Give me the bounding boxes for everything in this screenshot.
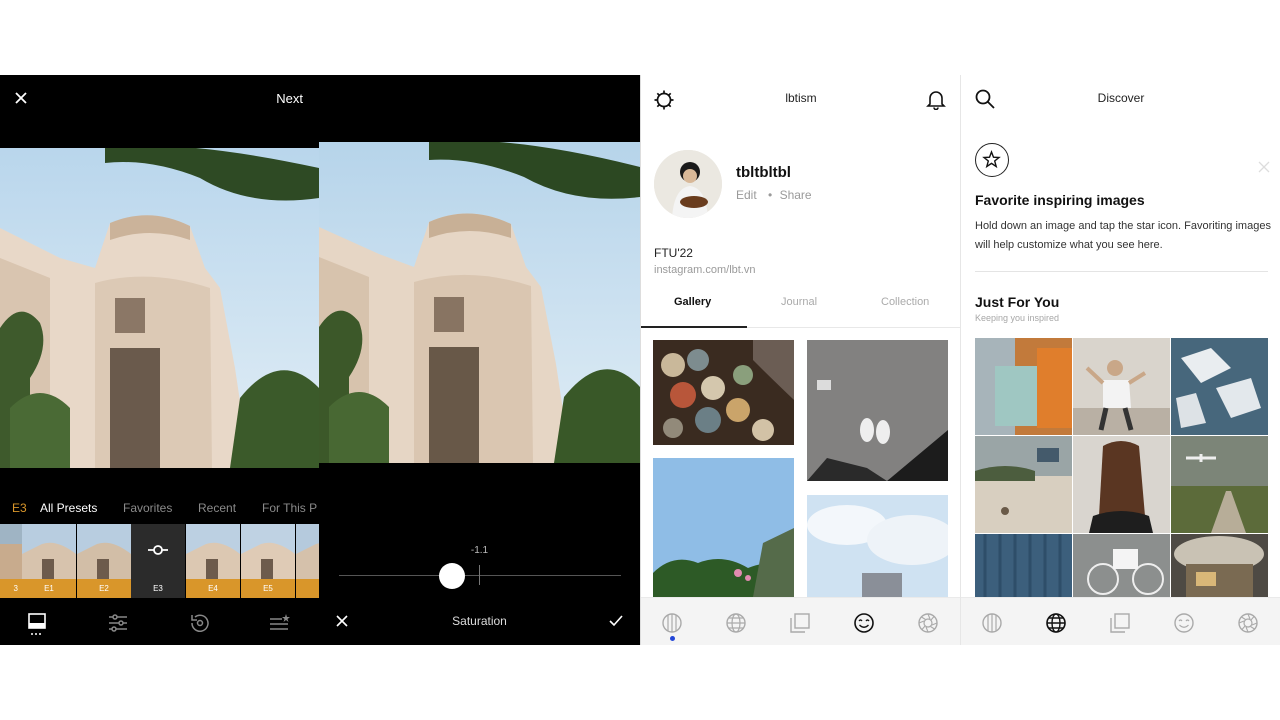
discover-image[interactable] xyxy=(1073,534,1170,597)
globe-icon[interactable] xyxy=(725,612,747,634)
adjust-sliders-icon[interactable] xyxy=(106,611,130,635)
share-profile-link[interactable]: Share xyxy=(780,188,812,202)
separator-dot: • xyxy=(768,188,773,202)
discover-image[interactable] xyxy=(1073,338,1170,435)
tab-gallery[interactable]: Gallery xyxy=(674,296,711,308)
tab-collection[interactable]: Collection xyxy=(881,296,929,308)
username: tbltbltbl xyxy=(736,164,791,181)
tip-card-description: Hold down an image and tap the star icon… xyxy=(975,220,1271,251)
recipes-icon[interactable] xyxy=(267,611,291,635)
profile-bio: FTU'22 xyxy=(654,246,693,260)
presets-icon[interactable] xyxy=(26,611,50,635)
vsco-icon[interactable] xyxy=(981,612,1003,634)
divider xyxy=(975,271,1268,272)
tab-journal[interactable]: Journal xyxy=(781,296,817,308)
discover-image[interactable] xyxy=(1171,436,1268,533)
vsco-icon[interactable] xyxy=(661,612,683,634)
discover-header-title: Discover xyxy=(1097,91,1145,105)
tip-card-title: Favorite inspiring images xyxy=(975,192,1145,208)
next-button[interactable]: Next xyxy=(276,91,303,106)
preset-thumb[interactable]: 3 xyxy=(0,524,22,598)
profile-actions: Edit • Share xyxy=(736,188,812,202)
globe-icon[interactable] xyxy=(1045,612,1067,634)
smiley-icon[interactable] xyxy=(1173,612,1195,634)
profile-website-link[interactable]: instagram.com/lbt.vn xyxy=(654,264,755,276)
bell-icon[interactable] xyxy=(925,88,947,110)
discover-image[interactable] xyxy=(1171,534,1268,597)
profile-panel: lbtism tbltbltbl Edit • Share FTU'22 ins… xyxy=(640,75,960,645)
close-icon[interactable] xyxy=(14,91,30,107)
preset-thumb-selected[interactable]: E3 xyxy=(131,524,185,598)
history-icon[interactable] xyxy=(187,611,211,635)
smiley-icon[interactable] xyxy=(853,612,875,634)
discover-panel: Discover Favorite inspiring images Hold … xyxy=(960,75,1280,645)
adjust-panel: -1.1 Saturation xyxy=(319,75,640,645)
editor-panel: Next E3 All Presets Favorites Recent For… xyxy=(0,75,319,645)
studio-icon[interactable] xyxy=(1109,612,1131,634)
edit-profile-link[interactable]: Edit xyxy=(736,188,757,202)
adjust-photo xyxy=(319,142,640,463)
avatar[interactable] xyxy=(654,150,722,218)
section-subtitle: Keeping you inspired xyxy=(975,313,1060,323)
tab-recent[interactable]: Recent xyxy=(198,501,236,515)
discover-image[interactable] xyxy=(975,534,1072,597)
tab-current-preset[interactable]: E3 xyxy=(12,501,27,515)
bottom-nav xyxy=(641,597,960,645)
camera-shutter-icon[interactable] xyxy=(1237,612,1259,634)
slider-value: -1.1 xyxy=(470,545,489,556)
tab-all-presets[interactable]: All Presets xyxy=(40,501,97,515)
dismiss-card-icon[interactable] xyxy=(1258,161,1270,173)
gallery-image[interactable] xyxy=(653,340,794,445)
active-nav-dot xyxy=(670,636,675,641)
tool-title: Saturation xyxy=(452,614,507,628)
gallery-image[interactable] xyxy=(807,340,948,481)
preset-thumb[interactable]: E5 xyxy=(241,524,295,598)
active-tab-indicator xyxy=(641,326,747,328)
tab-for-this-photo[interactable]: For This P xyxy=(262,501,317,515)
discover-image[interactable] xyxy=(1171,338,1268,435)
profile-header-title: lbtism xyxy=(785,91,817,105)
preset-tabs: E3 All Presets Favorites Recent For This… xyxy=(0,501,319,517)
tab-favorites[interactable]: Favorites xyxy=(123,501,172,515)
saturation-slider-knob[interactable] xyxy=(439,563,465,589)
gallery-image[interactable] xyxy=(653,458,794,597)
studio-icon[interactable] xyxy=(789,612,811,634)
camera-shutter-icon[interactable] xyxy=(917,612,939,634)
confirm-check-icon[interactable] xyxy=(608,614,624,628)
preset-thumb[interactable]: E2 xyxy=(77,524,131,598)
slider-center-mark xyxy=(479,565,480,585)
discover-image[interactable] xyxy=(1073,436,1170,533)
saturation-slider-track[interactable] xyxy=(339,575,621,576)
editor-photo xyxy=(0,148,319,468)
preset-thumb[interactable]: E4 xyxy=(186,524,240,598)
preset-thumb[interactable]: E1 xyxy=(22,524,76,598)
bottom-nav xyxy=(961,597,1280,645)
preset-thumb[interactable] xyxy=(296,524,319,598)
star-icon xyxy=(975,143,1009,177)
section-title: Just For You xyxy=(975,294,1060,310)
gallery-image[interactable] xyxy=(807,495,948,597)
discover-image[interactable] xyxy=(975,436,1072,533)
discover-image[interactable] xyxy=(975,338,1072,435)
